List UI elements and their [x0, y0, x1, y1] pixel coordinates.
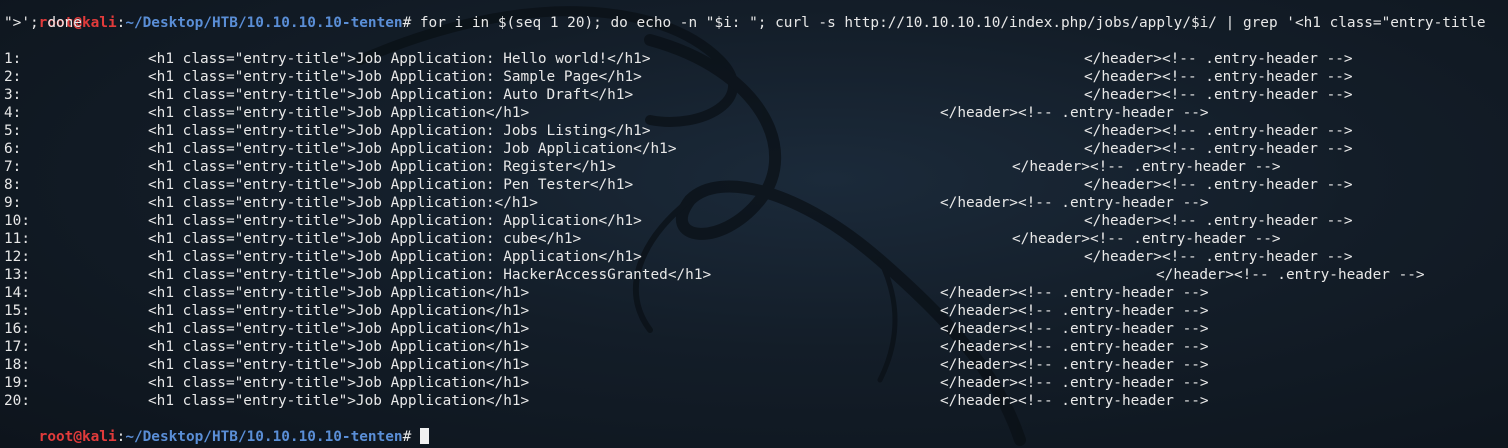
row-heading-html: <h1 class="entry-title">Job Application:… [148, 267, 712, 283]
row-index: 19: [4, 375, 30, 391]
prompt-host: kali [81, 429, 117, 445]
row-heading-html: <h1 class="entry-title">Job Application:… [148, 69, 642, 85]
row-index: 6: [4, 141, 22, 157]
row-header-close: </header><!-- .entry-header --> [940, 339, 1209, 355]
output-row: 20: <h1 class="entry-title">Job Applicati… [4, 392, 1508, 410]
row-index: 16: [4, 321, 30, 337]
output-row: 1: <h1 class="entry-title">Job Applicatio… [4, 50, 1508, 68]
output-row: 12: <h1 class="entry-title">Job Applicati… [4, 248, 1508, 266]
row-heading-html: <h1 class="entry-title">Job Application<… [148, 393, 530, 409]
row-heading-html: <h1 class="entry-title">Job Application:… [148, 213, 642, 229]
row-index: 12: [4, 249, 30, 265]
row-index: 2: [4, 69, 22, 85]
row-header-close: </header><!-- .entry-header --> [1084, 177, 1353, 193]
current-prompt-line[interactable]: root@kali:~/Desktop/HTB/10.10.10.10-tent… [4, 410, 1508, 445]
row-header-close: </header><!-- .entry-header --> [1084, 123, 1353, 139]
output-row: 4: <h1 class="entry-title">Job Applicatio… [4, 104, 1508, 122]
output-row: 15: <h1 class="entry-title">Job Applicati… [4, 302, 1508, 320]
row-index: 9: [4, 195, 22, 211]
row-index: 7: [4, 159, 22, 175]
output-row: 10: <h1 class="entry-title">Job Applicati… [4, 212, 1508, 230]
row-heading-html: <h1 class="entry-title">Job Application:… [148, 159, 616, 175]
row-header-close: </header><!-- .entry-header --> [940, 357, 1209, 373]
row-header-close: </header><!-- .entry-header --> [940, 375, 1209, 391]
row-header-close: </header><!-- .entry-header --> [940, 321, 1209, 337]
output-row: 3: <h1 class="entry-title">Job Applicatio… [4, 86, 1508, 104]
row-index: 5: [4, 123, 22, 139]
row-index: 20: [4, 393, 30, 409]
command-continuation: ">'; done [4, 15, 82, 31]
output-row: 17: <h1 class="entry-title">Job Applicati… [4, 338, 1508, 356]
prompt-line: root@kali:~/Desktop/HTB/10.10.10.10-tent… [4, 0, 1508, 31]
row-index: 14: [4, 285, 30, 301]
row-header-close: </header><!-- .entry-header --> [940, 303, 1209, 319]
row-heading-html: <h1 class="entry-title">Job Application:… [148, 249, 642, 265]
row-header-close: </header><!-- .entry-header --> [1084, 249, 1353, 265]
row-index: 17: [4, 339, 30, 355]
row-heading-html: <h1 class="entry-title">Job Application<… [148, 375, 530, 391]
output-row: 2: <h1 class="entry-title">Job Applicatio… [4, 68, 1508, 86]
row-header-close: </header><!-- .entry-header --> [1012, 159, 1281, 175]
row-index: 18: [4, 357, 30, 373]
prompt-user: root [38, 429, 74, 445]
row-header-close: </header><!-- .entry-header --> [1012, 231, 1281, 247]
row-heading-html: <h1 class="entry-title">Job Application:… [148, 87, 634, 103]
row-header-close: </header><!-- .entry-header --> [940, 285, 1209, 301]
row-header-close: </header><!-- .entry-header --> [1156, 267, 1425, 283]
row-heading-html: <h1 class="entry-title">Job Application<… [148, 285, 530, 301]
prompt-at: @ [73, 429, 82, 445]
row-heading-html: <h1 class="entry-title">Job Application<… [148, 321, 530, 337]
row-index: 15: [4, 303, 30, 319]
row-heading-html: <h1 class="entry-title">Job Application:… [148, 51, 651, 67]
text-cursor [419, 428, 429, 444]
row-heading-html: <h1 class="entry-title">Job Application<… [148, 105, 530, 121]
row-heading-html: <h1 class="entry-title">Job Application:… [148, 177, 634, 193]
output-row: 6: <h1 class="entry-title">Job Applicatio… [4, 140, 1508, 158]
row-header-close: </header><!-- .entry-header --> [1084, 87, 1353, 103]
prompt-colon: : [116, 429, 126, 445]
row-header-close: </header><!-- .entry-header --> [1084, 141, 1353, 157]
row-heading-html: <h1 class="entry-title">Job Application:… [148, 123, 651, 139]
row-index: 11: [4, 231, 30, 247]
row-header-close: </header><!-- .entry-header --> [1084, 213, 1353, 229]
output-row: 8: <h1 class="entry-title">Job Applicatio… [4, 176, 1508, 194]
row-heading-html: <h1 class="entry-title">Job Application:… [148, 195, 538, 211]
output-row: 5: <h1 class="entry-title">Job Applicatio… [4, 122, 1508, 140]
prompt-path: ~/Desktop/HTB/10.10.10.10-tenten [125, 429, 403, 445]
prompt-symbol: # [402, 429, 420, 445]
row-header-close: </header><!-- .entry-header --> [1084, 51, 1353, 67]
row-index: 10: [4, 213, 30, 229]
row-header-close: </header><!-- .entry-header --> [940, 105, 1209, 121]
row-index: 3: [4, 87, 22, 103]
row-heading-html: <h1 class="entry-title">Job Application<… [148, 303, 530, 319]
row-heading-html: <h1 class="entry-title">Job Application:… [148, 231, 582, 247]
output-row: 9: <h1 class="entry-title">Job Applicatio… [4, 194, 1508, 212]
output-row: 13: <h1 class="entry-title">Job Applicati… [4, 266, 1508, 284]
row-index: 13: [4, 267, 30, 283]
row-index: 4: [4, 105, 22, 121]
row-header-close: </header><!-- .entry-header --> [940, 195, 1209, 211]
output-row: 18: <h1 class="entry-title">Job Applicati… [4, 356, 1508, 374]
output-row: 19: <h1 class="entry-title">Job Applicati… [4, 374, 1508, 392]
output-row: 7: <h1 class="entry-title">Job Applicatio… [4, 158, 1508, 176]
row-header-close: </header><!-- .entry-header --> [940, 393, 1209, 409]
output-row: 11: <h1 class="entry-title">Job Applicati… [4, 230, 1508, 248]
row-heading-html: <h1 class="entry-title">Job Application:… [148, 141, 677, 157]
row-index: 8: [4, 177, 22, 193]
row-heading-html: <h1 class="entry-title">Job Application<… [148, 357, 530, 373]
command-output: 1: <h1 class="entry-title">Job Applicatio… [4, 50, 1508, 410]
output-row: 16: <h1 class="entry-title">Job Applicati… [4, 320, 1508, 338]
terminal-window[interactable]: root@kali:~/Desktop/HTB/10.10.10.10-tent… [4, 0, 1508, 445]
row-heading-html: <h1 class="entry-title">Job Application<… [148, 339, 530, 355]
row-header-close: </header><!-- .entry-header --> [1084, 69, 1353, 85]
row-index: 1: [4, 51, 22, 67]
output-row: 14: <h1 class="entry-title">Job Applicati… [4, 284, 1508, 302]
